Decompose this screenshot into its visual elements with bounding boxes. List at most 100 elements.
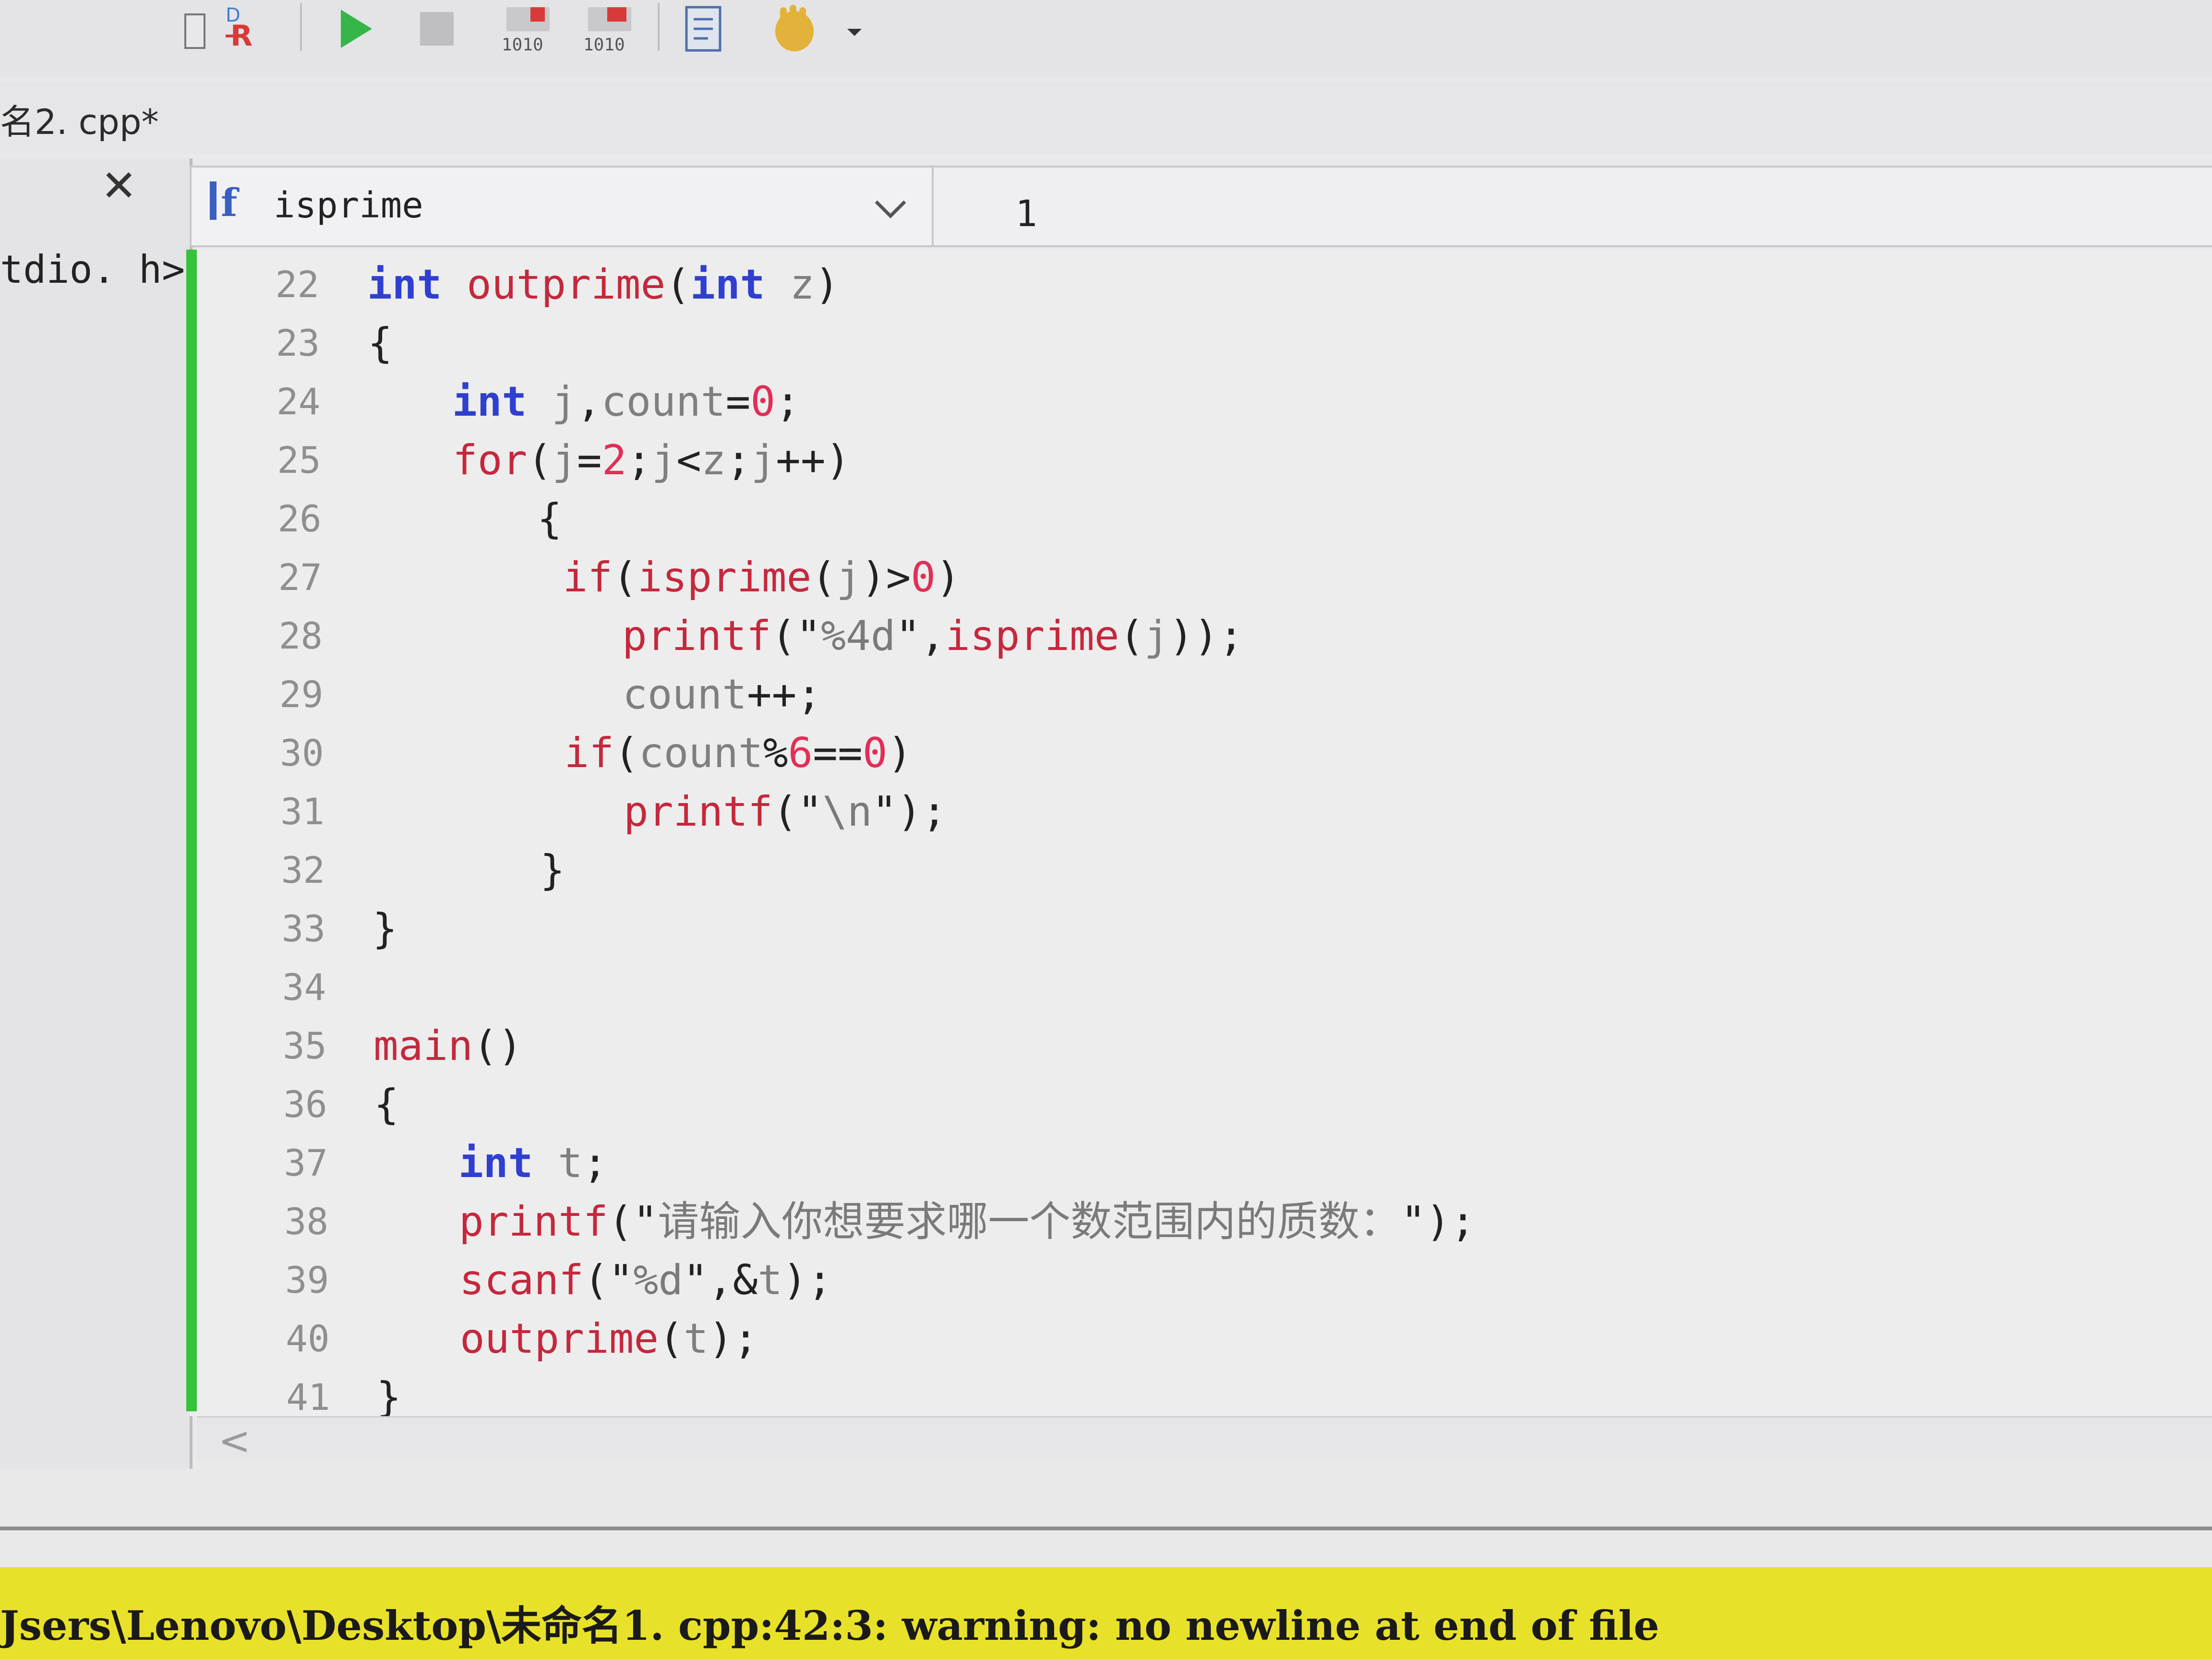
- code-token: ): [887, 729, 913, 777]
- panel-divider[interactable]: [0, 1527, 2212, 1530]
- code-token: main: [373, 1022, 473, 1070]
- code-text: scanf("%d",&t);: [459, 1251, 832, 1310]
- code-text: {: [374, 1075, 399, 1134]
- run-icon[interactable]: [331, 0, 379, 58]
- code-token: (: [659, 1315, 684, 1363]
- code-token: ",&: [683, 1256, 758, 1304]
- horizontal-scrollbar[interactable]: [197, 1416, 2212, 1461]
- code-token: count: [623, 671, 747, 719]
- stop-icon[interactable]: [413, 0, 461, 58]
- compile-warning-line[interactable]: Jsers\Lenovo\Desktop\未命名1. cpp:42:3: war…: [0, 1594, 1659, 1652]
- code-token: (: [1119, 612, 1144, 660]
- code-token: \n: [822, 788, 872, 836]
- line-number: 25: [277, 439, 321, 481]
- line-number: 29: [279, 673, 324, 716]
- line-number: 24: [276, 380, 321, 423]
- code-token: (": [771, 612, 821, 660]
- code-token: (": [583, 1256, 634, 1304]
- code-token: ));: [1169, 612, 1244, 660]
- line-number: 32: [281, 849, 325, 891]
- code-token: 0: [862, 729, 888, 777]
- code-token: ++;: [746, 671, 822, 719]
- toolbar: DR 1010 1010: [0, 0, 2212, 77]
- code-text: count++;: [623, 665, 821, 724]
- code-token: ;: [775, 378, 800, 426]
- code-text: main(): [373, 1017, 523, 1075]
- line-number: 34: [282, 966, 326, 1009]
- debug-step-icon[interactable]: 1010: [576, 0, 643, 58]
- code-token: (": [608, 1198, 658, 1246]
- code-token: ;: [726, 436, 751, 484]
- code-text: {: [368, 314, 393, 373]
- code-editor[interactable]: 22 int outprime(int z) 23{24 int j,count=0;…: [190, 250, 2212, 1421]
- code-text: int outprime(int z): [367, 255, 840, 314]
- code-token: outprime: [467, 261, 666, 309]
- debug-icon[interactable]: 1010: [494, 0, 562, 58]
- pane-item[interactable]: tdio. h>: [0, 247, 185, 292]
- code-token: %: [763, 729, 788, 777]
- code-token: int: [458, 1139, 533, 1187]
- code-token: );: [782, 1256, 832, 1304]
- dropdown-arrow-icon[interactable]: [840, 0, 869, 58]
- file-tab[interactable]: 名2. cpp*: [0, 94, 159, 144]
- code-text: printf("%4d",isprime(j));: [622, 607, 1243, 665]
- chevron-down-icon[interactable]: [874, 197, 907, 223]
- function-select-value: isprime: [274, 185, 423, 226]
- hand-icon[interactable]: [763, 0, 826, 58]
- code-token: }: [540, 846, 565, 894]
- line-number: 22: [275, 263, 319, 306]
- code-token: }: [376, 1373, 401, 1421]
- code-token: <: [676, 436, 701, 484]
- code-token: ",: [895, 612, 946, 660]
- line-number: 37: [284, 1142, 328, 1184]
- line-number: 38: [284, 1200, 329, 1243]
- close-icon[interactable]: ✕: [101, 161, 137, 211]
- code-text: {: [537, 490, 562, 548]
- code-text: }: [540, 841, 565, 900]
- code-token: int: [452, 378, 527, 426]
- code-token: count: [601, 378, 726, 426]
- code-token: );: [708, 1315, 758, 1363]
- code-token: {: [537, 495, 562, 543]
- rebuild-icon[interactable]: DR: [218, 0, 281, 58]
- code-text: printf("\n");: [624, 782, 947, 841]
- line-indicator: 1: [1015, 192, 1037, 235]
- code-token: {: [368, 319, 393, 367]
- code-text: }: [373, 900, 397, 958]
- line-number: 30: [280, 732, 324, 774]
- code-token: (: [613, 553, 637, 601]
- code-token: ,: [576, 378, 601, 426]
- code-token: %4d: [821, 612, 896, 660]
- code-token: j: [836, 553, 861, 601]
- code-token: )>: [861, 553, 911, 601]
- code-token: %d: [633, 1256, 684, 1304]
- code-token: ;: [582, 1139, 608, 1187]
- code-token: 0: [911, 553, 936, 601]
- profile-icon[interactable]: [677, 0, 739, 58]
- code-token: (: [665, 261, 691, 309]
- code-token: {: [374, 1081, 399, 1129]
- svg-text:f: f: [221, 180, 240, 225]
- code-token: outprime: [460, 1315, 659, 1363]
- compile-icon[interactable]: [178, 0, 216, 58]
- code-token: ): [936, 553, 961, 601]
- code-token: j: [651, 436, 677, 484]
- scroll-left-arrow[interactable]: <: [218, 1419, 251, 1463]
- code-token: ");: [872, 788, 947, 836]
- code-token: (): [473, 1022, 523, 1070]
- change-marker-bar: [186, 250, 197, 1411]
- code-token: 请输入你想要求哪一个数范围内的质数：: [658, 1198, 1401, 1246]
- code-token: count: [638, 729, 763, 777]
- line-number: 36: [283, 1083, 327, 1126]
- line-number: 31: [280, 790, 325, 833]
- code-token: (: [527, 436, 553, 484]
- code-token: int: [690, 261, 765, 309]
- code-text: if(isprime(j)>0): [563, 548, 961, 607]
- code-token: 2: [601, 436, 627, 484]
- code-token: }: [373, 905, 397, 953]
- code-token: j: [751, 436, 776, 484]
